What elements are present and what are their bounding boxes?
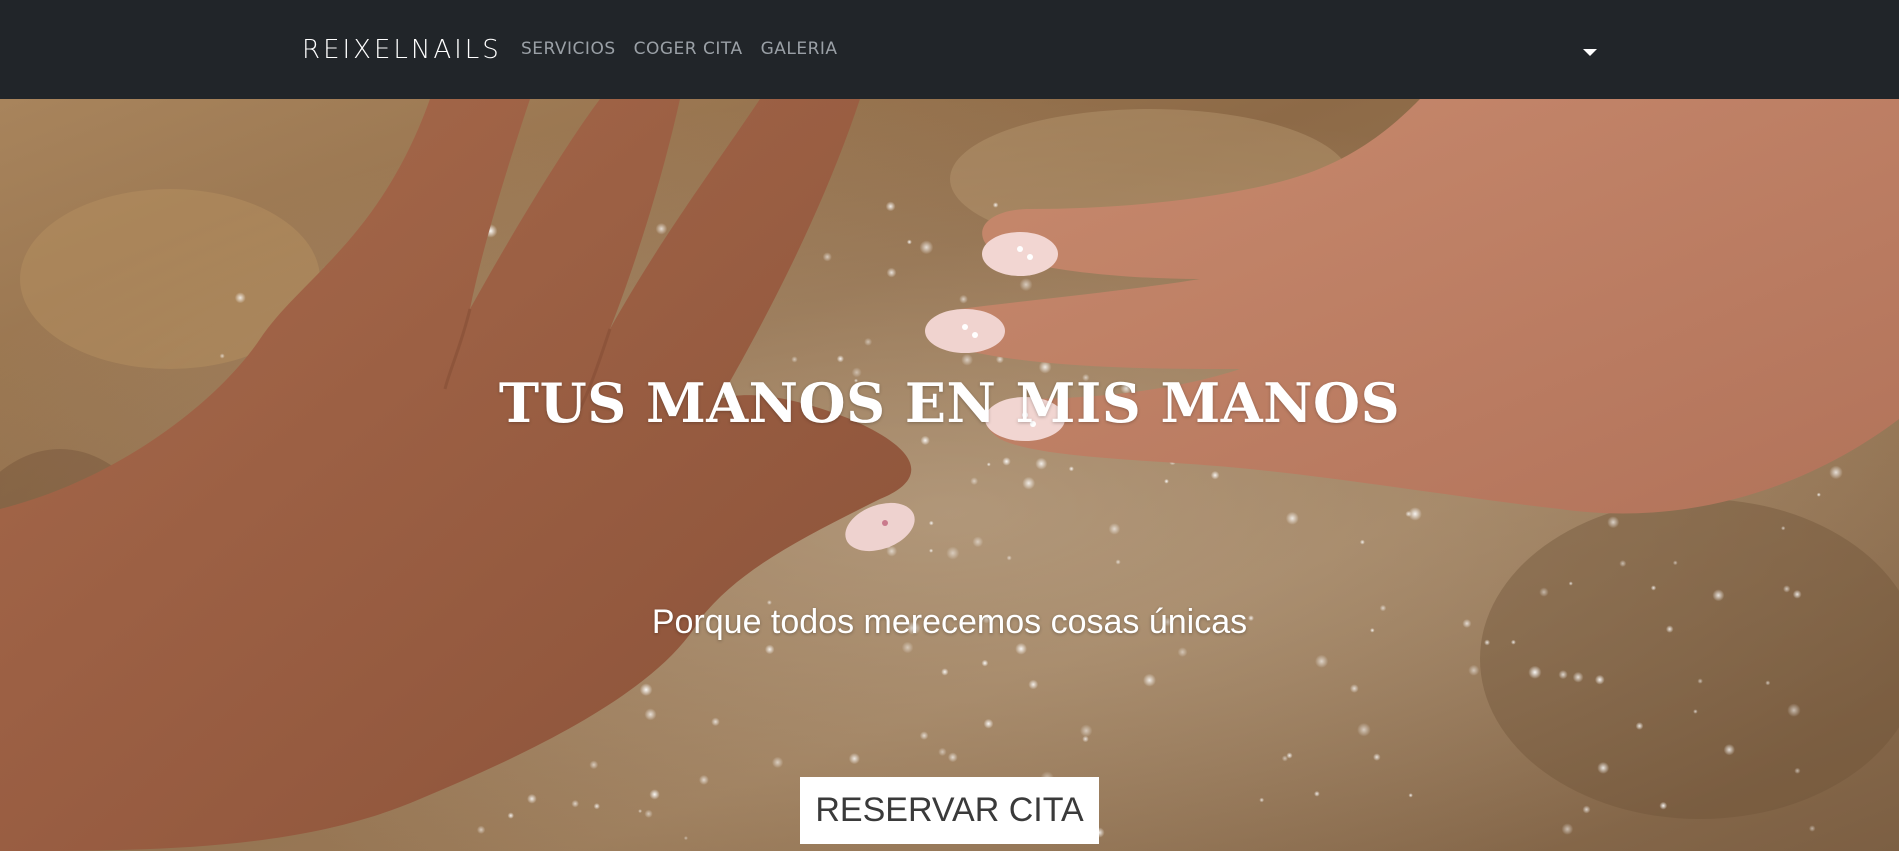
brand-logo[interactable]: REIXELNAILS (302, 33, 502, 67)
hero-section: TUS MANOS EN MIS MANOS Porque todos mere… (0, 99, 1899, 851)
hero-subtitle: Porque todos merecemos cosas únicas (651, 603, 1248, 641)
reservar-cita-button[interactable]: RESERVAR CITA (800, 777, 1099, 844)
nav-link-galeria[interactable]: GALERIA (761, 38, 838, 60)
hero-background-image (0, 99, 1899, 851)
nav-link-servicios[interactable]: SERVICIOS (521, 38, 616, 60)
hero-title: TUS MANOS EN MIS MANOS (498, 371, 1401, 436)
nav-link-coger-cita[interactable]: COGER CITA (634, 38, 743, 60)
main-nav: SERVICIOS COGER CITA GALERIA (521, 38, 838, 60)
dropdown-caret-icon[interactable] (1582, 43, 1598, 56)
top-navbar: REIXELNAILS SERVICIOS COGER CITA GALERIA (0, 0, 1899, 99)
